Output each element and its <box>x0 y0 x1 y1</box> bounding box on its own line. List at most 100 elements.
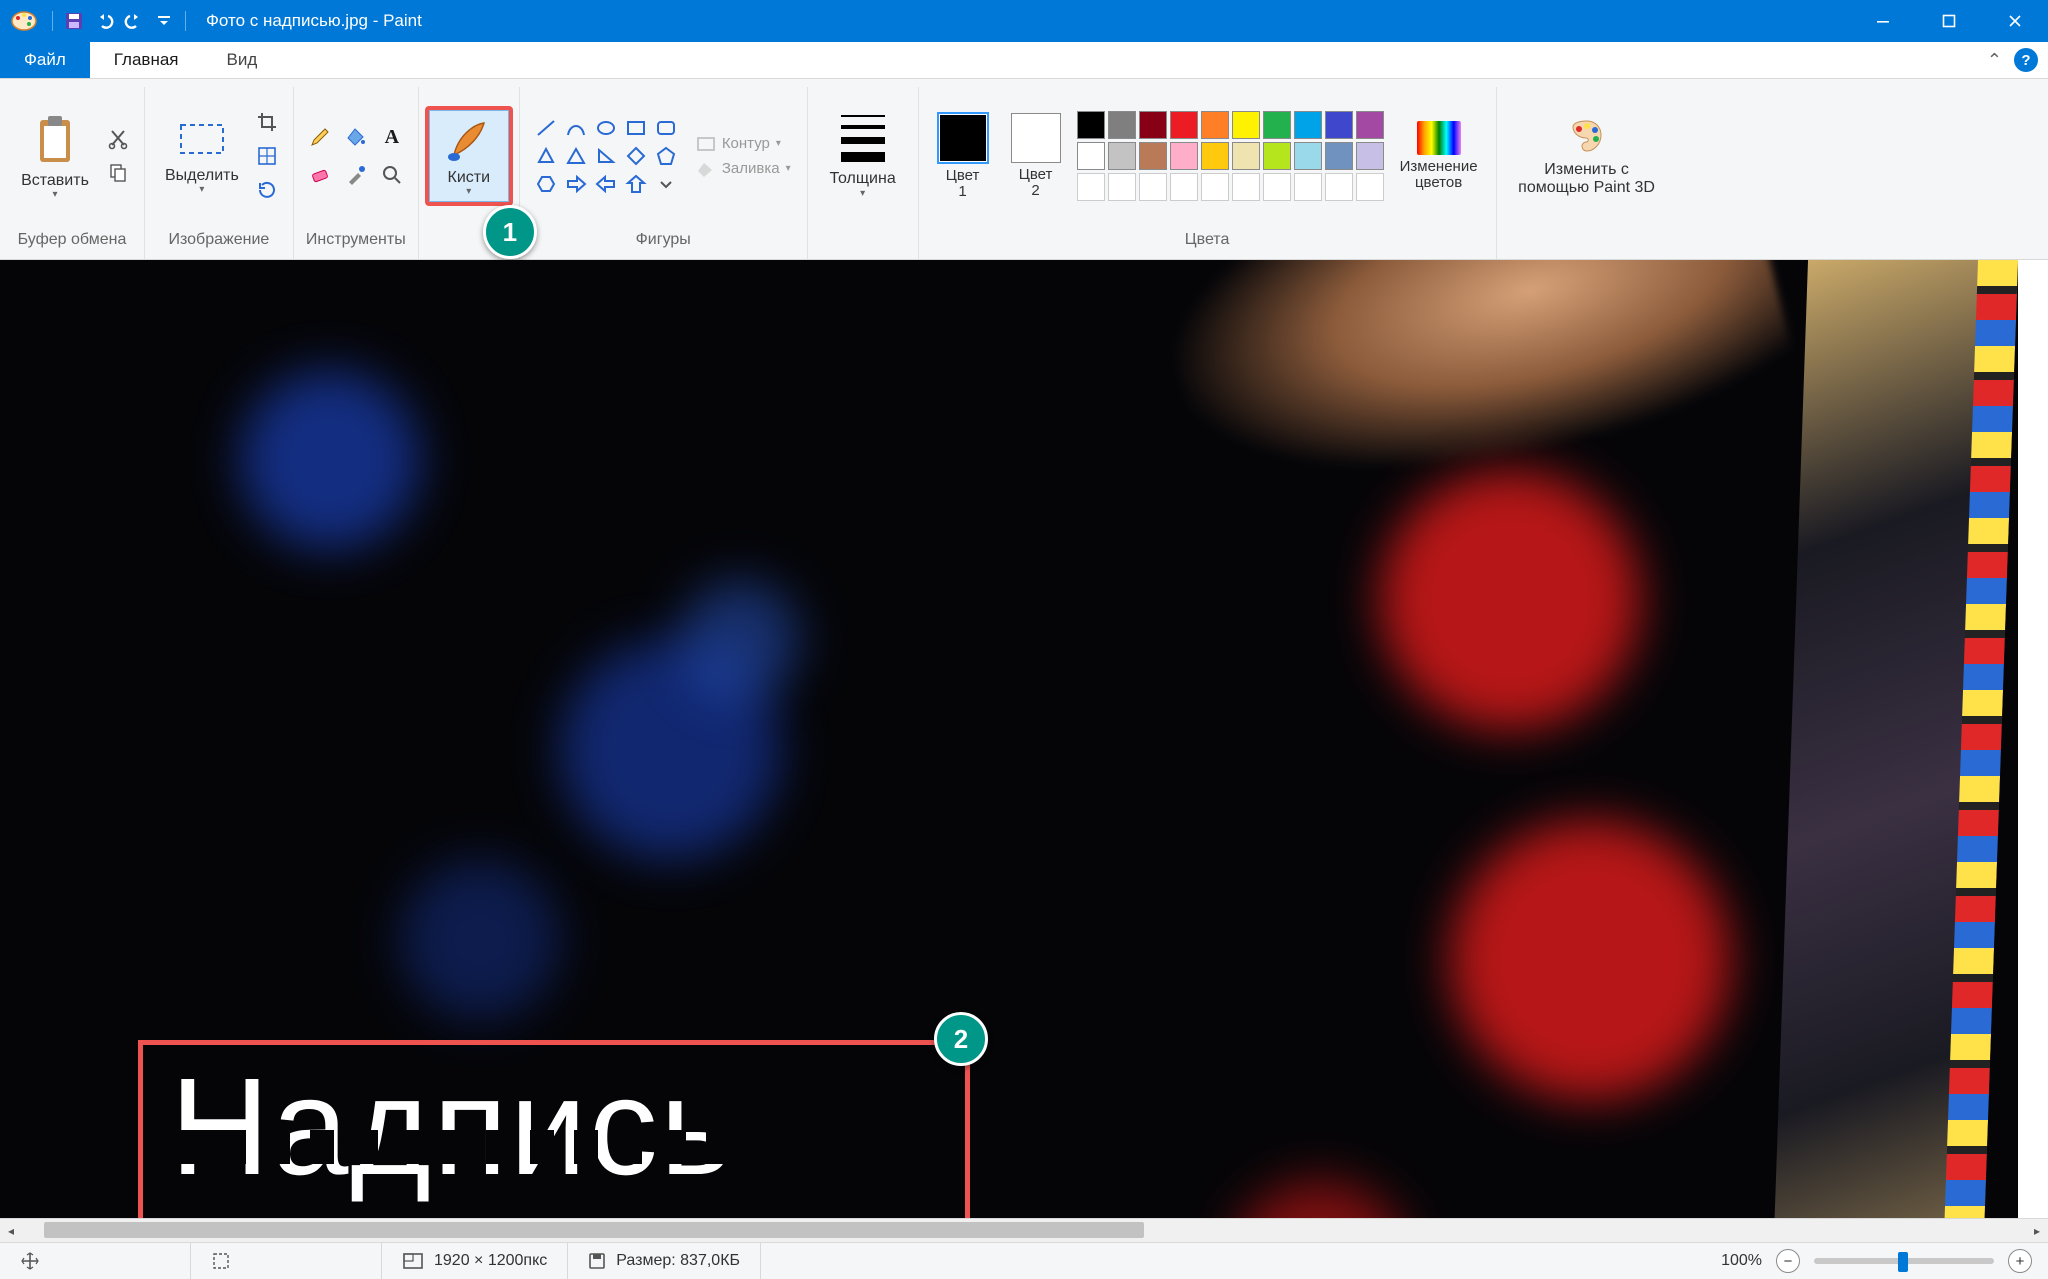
ribbon: Вставить ▾ Буфер обмена Выделить ▾ <box>0 79 2048 260</box>
resize-button[interactable] <box>253 142 281 170</box>
shape-pentagon[interactable] <box>652 143 680 169</box>
paint3d-icon <box>1567 117 1607 157</box>
paint3d-button[interactable]: Изменить с помощью Paint 3D <box>1509 113 1665 198</box>
horizontal-scrollbar[interactable]: ◂ ▸ <box>0 1218 2048 1242</box>
custom-color-slot[interactable] <box>1263 173 1291 201</box>
color-swatch[interactable] <box>1325 142 1353 170</box>
custom-color-slot[interactable] <box>1108 173 1136 201</box>
dimensions-icon <box>402 1252 424 1270</box>
color-swatch[interactable] <box>1356 111 1384 139</box>
color1-button[interactable]: Цвет 1 <box>931 110 995 202</box>
group-caption-image: Изображение <box>169 225 270 259</box>
scroll-thumb[interactable] <box>44 1222 1144 1238</box>
magnifier-tool[interactable] <box>378 161 406 189</box>
color-swatch[interactable] <box>1170 142 1198 170</box>
shape-left-arrow[interactable] <box>592 171 620 197</box>
zoom-out-button[interactable]: − <box>1776 1249 1800 1273</box>
shape-more[interactable] <box>652 171 680 197</box>
zoom-slider-thumb[interactable] <box>1898 1252 1908 1272</box>
color1-swatch <box>937 112 989 164</box>
scroll-right-button[interactable]: ▸ <box>2026 1219 2048 1242</box>
shape-right-triangle[interactable] <box>592 143 620 169</box>
color-swatch[interactable] <box>1201 142 1229 170</box>
custom-color-slot[interactable] <box>1294 173 1322 201</box>
color-swatch[interactable] <box>1294 111 1322 139</box>
color-swatch[interactable] <box>1139 142 1167 170</box>
color-swatch[interactable] <box>1139 111 1167 139</box>
edit-colors-button[interactable]: Изменение цветов <box>1394 119 1484 193</box>
qat-customize-button[interactable] <box>149 6 179 36</box>
shape-polygon[interactable] <box>532 143 560 169</box>
shape-fill-combo: Заливка ▾ <box>692 158 795 179</box>
qat-redo-button[interactable] <box>119 6 149 36</box>
shape-oval[interactable] <box>592 115 620 141</box>
color-swatch[interactable] <box>1356 142 1384 170</box>
color-swatch[interactable] <box>1263 111 1291 139</box>
zoom-in-button[interactable]: + <box>2008 1249 2032 1273</box>
color-swatch[interactable] <box>1108 142 1136 170</box>
paste-button[interactable]: Вставить ▾ <box>12 110 98 203</box>
shape-rectangle[interactable] <box>622 115 650 141</box>
shapes-gallery[interactable] <box>532 115 680 197</box>
shape-up-arrow[interactable] <box>622 171 650 197</box>
custom-color-slot[interactable] <box>1139 173 1167 201</box>
color-swatch[interactable] <box>1232 111 1260 139</box>
custom-color-slot[interactable] <box>1201 173 1229 201</box>
tab-file[interactable]: Файл <box>0 42 90 78</box>
eraser-tool[interactable] <box>306 161 334 189</box>
color-picker-tool[interactable] <box>342 161 370 189</box>
maximize-button[interactable] <box>1916 0 1982 42</box>
annotation-badge-2: 2 <box>934 1012 988 1066</box>
color-swatch[interactable] <box>1325 111 1353 139</box>
qat-save-button[interactable] <box>59 6 89 36</box>
canvas-image[interactable]: Надпись 2 <box>0 260 2018 1242</box>
pencil-tool[interactable] <box>306 123 334 151</box>
color-swatch[interactable] <box>1077 142 1105 170</box>
shape-hexagon[interactable] <box>532 171 560 197</box>
shape-rounded-rect[interactable] <box>652 115 680 141</box>
window-controls <box>1850 0 2048 42</box>
crop-button[interactable] <box>253 108 281 136</box>
color-swatch[interactable] <box>1294 142 1322 170</box>
qat-undo-button[interactable] <box>89 6 119 36</box>
fill-tool[interactable] <box>342 123 370 151</box>
ribbon-tabs: Файл Главная Вид ⌃ ? <box>0 42 2048 79</box>
custom-color-slot[interactable] <box>1356 173 1384 201</box>
minimize-button[interactable] <box>1850 0 1916 42</box>
help-icon[interactable]: ? <box>2014 48 2038 72</box>
copy-button[interactable] <box>104 159 132 187</box>
scroll-track[interactable] <box>22 1219 2026 1242</box>
collapse-ribbon-icon[interactable]: ⌃ <box>1987 50 2002 71</box>
rotate-button[interactable] <box>253 176 281 204</box>
custom-color-slot[interactable] <box>1325 173 1353 201</box>
shape-diamond[interactable] <box>622 143 650 169</box>
color-swatch[interactable] <box>1201 111 1229 139</box>
zoom-slider[interactable] <box>1814 1258 1994 1264</box>
custom-color-slot[interactable] <box>1077 173 1105 201</box>
scroll-left-button[interactable]: ◂ <box>0 1219 22 1242</box>
color2-button[interactable]: Цвет 2 <box>1005 111 1067 201</box>
custom-color-slot[interactable] <box>1232 173 1260 201</box>
shape-curve[interactable] <box>562 115 590 141</box>
cut-button[interactable] <box>104 125 132 153</box>
status-selection <box>191 1243 382 1279</box>
shape-right-arrow[interactable] <box>562 171 590 197</box>
color-swatch[interactable] <box>1232 142 1260 170</box>
group-tools: A Инструменты <box>294 87 419 259</box>
group-caption-clipboard: Буфер обмена <box>18 225 127 259</box>
shape-line[interactable] <box>532 115 560 141</box>
color-swatch[interactable] <box>1108 111 1136 139</box>
canvas-area[interactable]: Надпись 2 ◂ ▸ <box>0 260 2048 1242</box>
tab-view[interactable]: Вид <box>203 42 282 78</box>
color-swatch[interactable] <box>1170 111 1198 139</box>
close-button[interactable] <box>1982 0 2048 42</box>
color-swatch[interactable] <box>1077 111 1105 139</box>
thickness-button[interactable]: Толщина ▾ <box>820 111 906 201</box>
select-button[interactable]: Выделить ▾ <box>157 115 247 198</box>
brushes-button[interactable]: Кисти ▾ <box>438 115 500 200</box>
tab-home[interactable]: Главная <box>90 42 203 78</box>
color-swatch[interactable] <box>1263 142 1291 170</box>
custom-color-slot[interactable] <box>1170 173 1198 201</box>
shape-triangle[interactable] <box>562 143 590 169</box>
text-tool[interactable]: A <box>378 123 406 151</box>
